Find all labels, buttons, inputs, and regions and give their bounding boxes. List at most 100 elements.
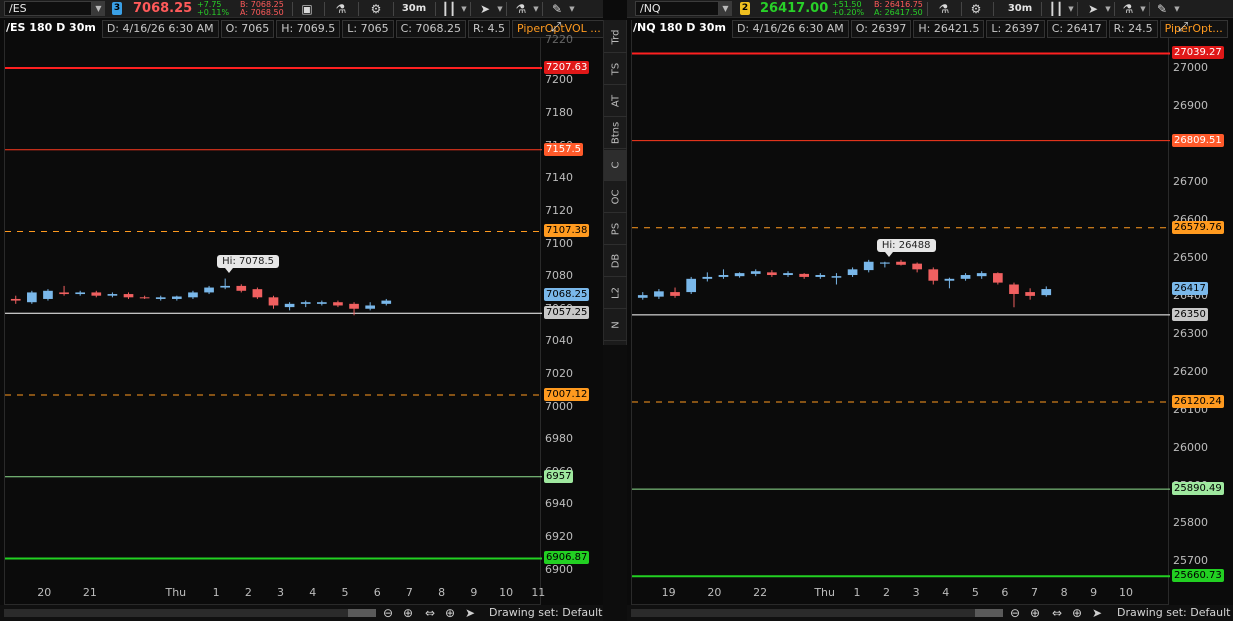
- cursor-arrow-icon[interactable]: ➤: [1082, 0, 1104, 18]
- time-tick-label: 9: [1090, 586, 1098, 599]
- toolbar-separator: [435, 2, 436, 16]
- side-tab-at[interactable]: AT: [604, 86, 627, 117]
- side-tab-db[interactable]: DB: [604, 246, 627, 277]
- symbol-input[interactable]: /NQ: [635, 1, 719, 16]
- zoom-in-icon[interactable]: ⊕: [398, 605, 418, 621]
- side-tab-n[interactable]: N: [604, 310, 627, 341]
- net-change-pct: +0.11%: [197, 8, 230, 17]
- symbol-input[interactable]: /ES: [4, 1, 92, 16]
- chevron-down-icon[interactable]: ▼: [496, 0, 504, 18]
- zoom-in-icon[interactable]: ⊕: [1025, 605, 1045, 621]
- candle-body: [767, 272, 777, 276]
- candle-body: [718, 275, 729, 277]
- candle-body: [268, 297, 279, 306]
- zoom-out-icon[interactable]: ⊖: [1005, 605, 1025, 621]
- drawing-tool-icon[interactable]: ⚗: [510, 0, 532, 18]
- aggregation-button[interactable]: 30m: [1003, 0, 1037, 18]
- zoom-out-icon[interactable]: ⊖: [378, 605, 398, 621]
- price-tick-label: 7180: [545, 106, 573, 120]
- studies-flask-icon[interactable]: ⚗: [933, 0, 955, 18]
- side-tab-l2[interactable]: L2: [604, 278, 627, 309]
- side-tab-ps[interactable]: PS: [604, 214, 627, 245]
- candle-body: [188, 292, 198, 298]
- bar-close: C: 26417: [1046, 20, 1107, 38]
- chart-style-candles-icon[interactable]: ┃┃: [1045, 0, 1067, 18]
- level-price-label: 6957: [544, 469, 574, 483]
- crosshair-icon[interactable]: ⊕: [440, 605, 460, 621]
- side-tab-ts[interactable]: TS: [604, 54, 627, 85]
- net-change-pct: +0.20%: [832, 8, 865, 17]
- link-group-badge[interactable]: 2: [740, 2, 750, 15]
- pan-arrows-icon[interactable]: ⇔: [420, 605, 440, 621]
- level-price-label: 6906.87: [544, 551, 590, 565]
- price-tick-label: 7120: [545, 203, 573, 217]
- drawings-pencil-icon[interactable]: ✎: [546, 0, 568, 18]
- side-tab-btns[interactable]: Btns: [604, 118, 627, 149]
- chevron-down-icon[interactable]: ▼: [1104, 0, 1112, 18]
- chart-canvas[interactable]: Hi: 26488: [631, 20, 1170, 605]
- side-tab-trd[interactable]: Trd: [604, 22, 627, 53]
- price-tick-label: 6940: [545, 497, 573, 511]
- toolbar-separator: [1041, 2, 1042, 16]
- candle-body: [10, 298, 21, 301]
- candle-body: [204, 287, 214, 293]
- chart-canvas[interactable]: Hi: 7078.5: [4, 20, 542, 605]
- settings-gear-icon[interactable]: ⚙: [365, 0, 387, 18]
- side-tab-strip: Trd TS AT Btns C OC PS DB L2 N: [603, 20, 627, 345]
- cursor-pointer-icon[interactable]: ➤: [1087, 605, 1107, 621]
- chevron-down-icon[interactable]: ▼: [1067, 0, 1075, 18]
- chart-mode-icon[interactable]: ▣: [296, 0, 318, 18]
- candle-body: [783, 273, 793, 276]
- symbol-dropdown-icon[interactable]: ▼: [92, 1, 105, 16]
- horizontal-scrollbar[interactable]: [4, 609, 374, 617]
- price-tick-label: 7100: [545, 236, 573, 250]
- studies-flask-icon[interactable]: ⚗: [330, 0, 352, 18]
- price-tick-label: 27000: [1173, 61, 1208, 75]
- level-price-label: 7207.63: [544, 60, 590, 74]
- bar-high: H: 7069.5: [276, 20, 341, 38]
- bar-low: L: 7065: [342, 20, 394, 38]
- candle-body: [220, 285, 231, 288]
- current-price-label: 26417: [1172, 282, 1208, 296]
- scrollbar-thumb[interactable]: [975, 609, 1003, 617]
- side-tab-c[interactable]: C: [604, 150, 627, 181]
- side-tab-label: AT: [610, 94, 621, 108]
- chevron-down-icon[interactable]: ▼: [1139, 0, 1147, 18]
- candle-body: [284, 303, 295, 308]
- pan-arrows-icon[interactable]: ⇔: [1047, 605, 1067, 621]
- drawings-pencil-icon[interactable]: ✎: [1151, 0, 1173, 18]
- side-tab-oc[interactable]: OC: [604, 182, 627, 213]
- time-tick-label: 7: [405, 586, 413, 599]
- chevron-down-icon[interactable]: ▼: [532, 0, 540, 18]
- crosshair-icon[interactable]: ⊕: [1067, 605, 1087, 621]
- price-axis[interactable]: 7220720071807160714071207100708070607040…: [543, 20, 603, 605]
- cursor-arrow-icon[interactable]: ➤: [474, 0, 496, 18]
- chevron-down-icon[interactable]: ▼: [568, 0, 576, 18]
- chevron-down-icon[interactable]: ▼: [1173, 0, 1181, 18]
- drawing-tool-icon[interactable]: ⚗: [1117, 0, 1139, 18]
- settings-gear-icon[interactable]: ⚙: [965, 0, 987, 18]
- drawing-set-label[interactable]: Drawing set: Default: [489, 605, 602, 621]
- price-tick-label: 7040: [545, 334, 573, 348]
- chart-style-candles-icon[interactable]: ┃┃: [438, 0, 460, 18]
- scrollbar-thumb[interactable]: [348, 609, 376, 617]
- symbol-dropdown-icon[interactable]: ▼: [719, 1, 732, 16]
- chevron-down-icon[interactable]: ▼: [460, 0, 468, 18]
- aggregation-button[interactable]: 30m: [397, 0, 431, 18]
- drawing-set-label[interactable]: Drawing set: Default: [1117, 605, 1230, 621]
- price-tick-label: 7200: [545, 73, 573, 87]
- cursor-pointer-icon[interactable]: ➤: [460, 605, 480, 621]
- time-tick-label: 9: [470, 586, 478, 599]
- horizontal-scrollbar[interactable]: [631, 609, 1001, 617]
- link-group-badge[interactable]: 3: [112, 2, 122, 15]
- time-tick-label: 10: [499, 586, 514, 599]
- time-tick-label: 6: [373, 586, 381, 599]
- level-price-label: 26579.76: [1172, 220, 1224, 234]
- price-axis[interactable]: 2700026900268002670026600265002640026300…: [1171, 20, 1231, 605]
- candle-body: [880, 262, 890, 264]
- candle-body: [252, 289, 263, 298]
- ask-price: A: 26417.50: [874, 8, 923, 17]
- price-chart-svg: [632, 52, 1170, 578]
- price-tick-label: 7080: [545, 269, 573, 283]
- candle-body: [43, 290, 53, 299]
